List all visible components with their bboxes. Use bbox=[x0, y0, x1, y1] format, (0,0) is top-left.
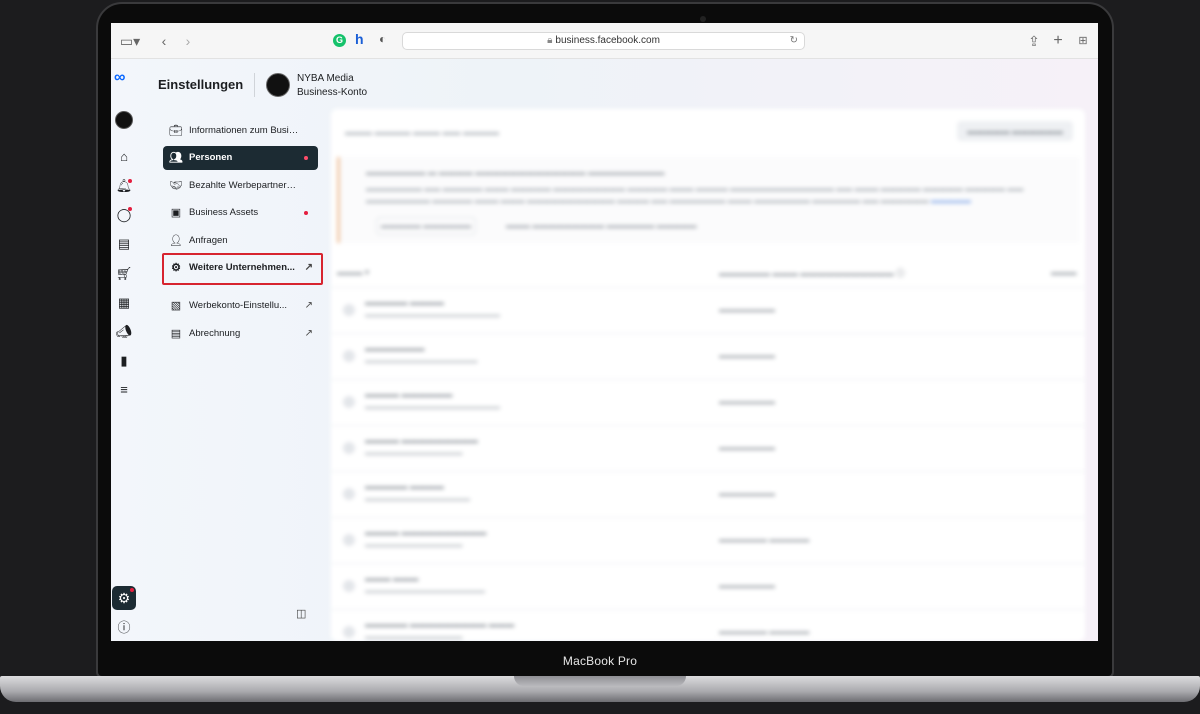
highlight-box bbox=[162, 253, 323, 285]
reload-icon[interactable]: ↻ bbox=[790, 33, 798, 49]
menu-item-people[interactable]: 👥︎ Personen bbox=[163, 146, 318, 170]
menu-item-label: Business Assets bbox=[189, 207, 259, 218]
business-suite-app: ∞ ⌂ 🔔︎ ◯ ▤ 🛒︎ ▦ 📣︎ ▮ ≡ ⚙ ⓘ Einstellungen bbox=[111, 59, 1098, 641]
table-icon[interactable]: ▦ bbox=[115, 294, 133, 312]
home-icon[interactable]: ⌂ bbox=[115, 148, 133, 166]
left-rail: ∞ ⌂ 🔔︎ ◯ ▤ 🛒︎ ▦ 📣︎ ▮ ≡ ⚙ ⓘ bbox=[111, 59, 137, 641]
insights-icon[interactable]: ▮ bbox=[115, 352, 133, 370]
table-row-blurred: ▬▬▬ ▬▬▬ ▬▬▬▬▬▬▬▬▬▬▬▬▬▬▬▬ ▬▬▬▬▬▬▬ bbox=[331, 563, 1085, 609]
main-content-blurred: ▬▬▬ ▬▬▬▬ ▬▬▬ ▬▬ ▬▬▬▬ ▬▬▬▬▬ ▬▬▬▬▬▬ ▬▬▬▬▬▬… bbox=[331, 109, 1085, 641]
box-icon: ▣ bbox=[170, 207, 182, 219]
help-icon[interactable]: ⓘ bbox=[115, 619, 133, 637]
briefcase-icon: 💼︎ bbox=[169, 125, 183, 137]
notification-dot bbox=[128, 179, 132, 183]
honey-icon[interactable]: h bbox=[355, 31, 364, 47]
lock-icon: 🔒︎ bbox=[547, 35, 553, 46]
menu-item-label: Werbekonto-Einstellu... bbox=[189, 300, 288, 311]
menu-icon[interactable]: ≡ bbox=[115, 381, 133, 399]
sidebar-icon[interactable]: ▭▾ bbox=[119, 32, 141, 50]
table-row-blurred: ▬▬▬▬▬▬▬ ▬▬▬▬▬▬▬▬▬▬▬▬▬▬▬ ▬▬▬▬▬▬▬ bbox=[331, 333, 1085, 379]
table-row-blurred: ▬▬▬▬ ▬▬▬▬▬▬ ▬▬▬▬▬▬▬▬▬▬▬▬▬▬▬▬▬▬ ▬▬▬▬▬▬▬ bbox=[331, 379, 1085, 425]
notice-button-blurred: ▬▬▬▬▬ ▬▬▬▬▬▬ bbox=[376, 217, 476, 235]
search-placeholder-blurred: ▬▬▬ ▬▬▬▬ ▬▬▬ ▬▬ ▬▬▬▬ bbox=[345, 127, 500, 137]
column-header-blurred: ▬▬▬ bbox=[1051, 267, 1077, 277]
tab-overview-icon[interactable]: ⊞ bbox=[1075, 32, 1091, 50]
table-row-blurred: ▬▬▬▬▬ ▬▬▬▬▬▬▬▬▬ ▬▬▬ ▬▬▬▬▬▬▬▬▬▬▬▬▬ ▬▬▬▬▬▬ ▬… bbox=[331, 609, 1085, 641]
menu-item-business-assets[interactable]: ▣ Business Assets bbox=[163, 201, 318, 225]
table-row-blurred: ▬▬▬▬▬ ▬▬▬▬ ▬▬▬▬▬▬▬▬▬▬▬▬▬▬▬▬▬▬ ▬▬▬▬▬▬▬ bbox=[331, 287, 1085, 333]
ad-accounts-icon: ▧ bbox=[170, 300, 182, 312]
privacy-shield-icon[interactable]: ◐ bbox=[379, 32, 386, 46]
menu-item-label: Informationen zum Busin... bbox=[189, 125, 299, 136]
content-icon[interactable]: ▤ bbox=[115, 235, 133, 253]
account-avatar[interactable] bbox=[115, 111, 133, 129]
menu-item-paid-partnerships[interactable]: 🤝︎ Bezahlte Werbepartners... bbox=[163, 174, 318, 198]
settings-dot bbox=[130, 588, 134, 592]
menu-item-business-info[interactable]: 💼︎ Informationen zum Busin... bbox=[163, 119, 318, 143]
share-icon[interactable]: ⇪ bbox=[1027, 32, 1041, 50]
menu-item-billing[interactable]: ▤ Abrechnung ↗ bbox=[163, 322, 318, 346]
device-label: MacBook Pro bbox=[562, 654, 638, 668]
person-check-icon: 👤︎ bbox=[169, 235, 183, 247]
collapse-sidebar-icon[interactable]: ◫ bbox=[296, 607, 306, 620]
commerce-icon[interactable]: 🛒︎ bbox=[115, 265, 133, 283]
new-tab-icon[interactable]: + bbox=[1051, 32, 1065, 50]
menu-item-ad-account-settings[interactable]: ▧ Werbekonto-Einstellu... ↗ bbox=[163, 294, 318, 318]
column-header-blurred: ▬▬▬ ▾ bbox=[337, 267, 370, 277]
ads-icon[interactable]: 📣︎ bbox=[115, 323, 133, 341]
address-bar[interactable]: 🔒︎ business.facebook.com ↻ bbox=[402, 32, 805, 50]
laptop-notch bbox=[514, 676, 686, 686]
back-icon[interactable]: ‹ bbox=[157, 32, 171, 50]
notice-link-blurred: ▬▬▬ ▬▬▬▬▬▬▬▬▬ ▬▬▬▬▬▬ ▬▬▬▬▬ bbox=[506, 221, 697, 230]
screen: ▭▾ ‹ › G h ◐ 🔒︎ business.facebook.com ↻ ⇪… bbox=[111, 23, 1098, 641]
people-panel: ▬▬▬ ▬▬▬▬ ▬▬▬ ▬▬ ▬▬▬▬ ▬▬▬▬▬ ▬▬▬▬▬▬ ▬▬▬▬▬▬… bbox=[331, 109, 1085, 641]
macbook-mockup: MacBook Pro ▭▾ ‹ › G h ◐ 🔒︎ business.face… bbox=[0, 0, 1200, 714]
notice-banner-blurred: ▬▬▬▬▬▬▬ ▬ ▬▬▬▬ ▬▬▬▬▬▬▬▬▬▬▬▬▬ ▬▬▬▬▬▬▬▬▬ ▬… bbox=[337, 157, 1079, 243]
external-link-icon: ↗ bbox=[304, 328, 313, 339]
notice-body-blurred: ▬▬▬▬▬▬▬ ▬▬ ▬▬▬▬▬ ▬▬▬ ▬▬▬▬▬ ▬▬▬▬▬▬▬▬▬ ▬▬▬… bbox=[366, 184, 1024, 205]
billing-icon: ▤ bbox=[170, 328, 182, 340]
page-title: Einstellungen bbox=[158, 77, 244, 92]
notification-dot bbox=[304, 156, 308, 160]
add-people-button-blurred: ▬▬▬▬▬ ▬▬▬▬▬▬ bbox=[957, 121, 1073, 141]
notification-dot bbox=[304, 211, 308, 215]
meta-logo-icon[interactable]: ∞ bbox=[114, 69, 125, 87]
business-avatar[interactable] bbox=[266, 73, 290, 97]
menu-item-label: Abrechnung bbox=[189, 328, 241, 339]
menu-item-requests[interactable]: 👤︎ Anfragen bbox=[163, 229, 318, 253]
business-type: Business-Konto bbox=[297, 87, 368, 98]
handshake-icon: 🤝︎ bbox=[169, 180, 183, 192]
forward-icon[interactable]: › bbox=[181, 32, 195, 50]
url-text: business.facebook.com bbox=[555, 35, 660, 46]
people-icon: 👥︎ bbox=[169, 152, 183, 164]
menu-item-label: Bezahlte Werbepartners... bbox=[189, 180, 299, 191]
business-name[interactable]: NYBA Media bbox=[297, 73, 354, 84]
message-dot bbox=[128, 207, 132, 211]
menu-item-label: Personen bbox=[189, 152, 233, 163]
external-link-icon: ↗ bbox=[304, 300, 313, 311]
table-row-blurred: ▬▬▬▬▬ ▬▬▬▬ ▬▬▬▬▬▬▬▬▬▬▬▬▬▬ ▬▬▬▬▬▬▬ bbox=[331, 471, 1085, 517]
menu-item-label: Anfragen bbox=[189, 235, 228, 246]
header-divider bbox=[254, 73, 255, 97]
column-header-blurred: ▬▬▬▬▬▬ ▬▬▬ ▬▬▬▬▬▬▬▬▬▬▬ ⓘ bbox=[719, 268, 905, 278]
browser-toolbar: ▭▾ ‹ › G h ◐ 🔒︎ business.facebook.com ↻ ⇪… bbox=[111, 23, 1098, 59]
table-row-blurred: ▬▬▬▬ ▬▬▬▬▬▬▬▬▬▬ ▬▬▬▬▬▬▬▬▬▬▬▬▬ ▬▬▬▬▬▬ ▬▬▬▬▬ bbox=[331, 517, 1085, 563]
camera bbox=[700, 16, 706, 22]
notice-title-blurred: ▬▬▬▬▬▬▬ ▬ ▬▬▬▬ ▬▬▬▬▬▬▬▬▬▬▬▬▬ ▬▬▬▬▬▬▬▬▬ bbox=[366, 167, 665, 177]
table-row-blurred: ▬▬▬▬ ▬▬▬▬▬▬▬▬▬ ▬▬▬▬▬▬▬▬▬▬▬▬▬ ▬▬▬▬▬▬▬ bbox=[331, 425, 1085, 471]
grammarly-icon[interactable]: G bbox=[333, 34, 346, 47]
